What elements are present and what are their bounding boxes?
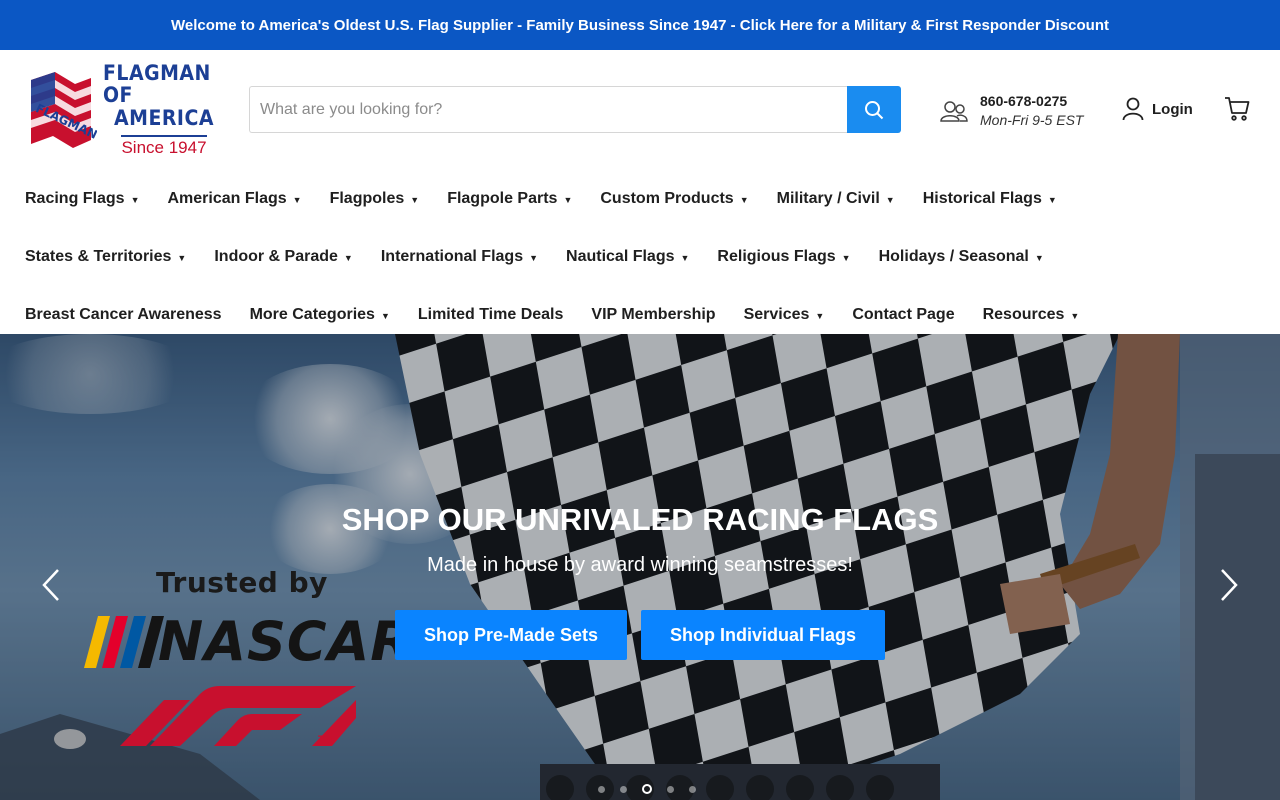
cart-icon xyxy=(1225,97,1250,121)
announcement-text[interactable]: Welcome to America's Oldest U.S. Flag Su… xyxy=(171,17,1109,34)
nav-item-international-flags[interactable]: International Flags ▼ xyxy=(381,248,538,266)
login-label: Login xyxy=(1152,100,1193,118)
search-bar xyxy=(249,86,901,133)
chevron-down-icon: ▼ xyxy=(410,195,420,205)
shop-premade-sets-button[interactable]: Shop Pre-Made Sets xyxy=(395,610,627,660)
chevron-down-icon: ▼ xyxy=(1034,253,1044,263)
chevron-down-icon: ▼ xyxy=(529,253,539,263)
hero-slider: Trusted by NASCAR TM SHOP OUR UNRIVALED … xyxy=(0,334,1280,800)
nav-item-resources[interactable]: Resources ▼ xyxy=(983,306,1080,324)
chevron-down-icon: ▼ xyxy=(380,311,390,321)
hero-subtitle: Made in house by award winning seamstres… xyxy=(427,554,853,576)
contact-info[interactable]: 860-678-0275 Mon-Fri 9-5 EST xyxy=(940,92,1083,130)
nav-item-vip-membership[interactable]: VIP Membership xyxy=(591,306,715,324)
nav-item-nautical-flags[interactable]: Nautical Flags ▼ xyxy=(566,248,689,266)
slider-next-button[interactable] xyxy=(1218,568,1240,607)
nav-item-custom-products[interactable]: Custom Products ▼ xyxy=(600,190,748,208)
chevron-down-icon: ▼ xyxy=(1070,311,1080,321)
nav-row-1: Racing Flags ▼ American Flags ▼ Flagpoles ▼… xyxy=(25,170,1280,228)
nav-item-holidays-seasonal[interactable]: Holidays / Seasonal ▼ xyxy=(879,248,1044,266)
slider-dot-active[interactable] xyxy=(641,784,652,794)
main-nav: Racing Flags ▼ American Flags ▼ Flagpoles ▼… xyxy=(0,170,1280,344)
nav-item-limited-time-deals[interactable]: Limited Time Deals xyxy=(418,306,564,324)
nav-item-services[interactable]: Services ▼ xyxy=(744,306,825,324)
chevron-down-icon: ▼ xyxy=(1047,195,1057,205)
chevron-right-icon xyxy=(1221,569,1238,601)
chevron-down-icon: ▼ xyxy=(343,253,353,263)
slider-prev-button[interactable] xyxy=(40,568,62,607)
flag-logo-icon: FLAGMAN xyxy=(25,70,99,150)
phone-number[interactable]: 860-678-0275 xyxy=(980,92,1083,111)
logo-name-line1: FLAGMAN OF xyxy=(103,61,211,108)
logo-name-line2: AMERICA xyxy=(114,105,214,130)
login-link[interactable]: Login xyxy=(1122,97,1193,121)
logo-since: Since 1947 xyxy=(121,134,207,158)
search-button[interactable] xyxy=(847,86,901,133)
nav-row-2: States & Territories ▼ Indoor & Parade ▼ I… xyxy=(25,228,1280,286)
hero-buttons: Shop Pre-Made Sets Shop Individual Flags xyxy=(0,610,1280,660)
cart-button[interactable] xyxy=(1224,96,1250,127)
nav-item-racing-flags[interactable]: Racing Flags ▼ xyxy=(25,190,140,208)
shop-individual-flags-button[interactable]: Shop Individual Flags xyxy=(641,610,885,660)
slider-dot[interactable] xyxy=(597,785,605,793)
search-input[interactable] xyxy=(249,86,847,133)
chevron-down-icon: ▼ xyxy=(815,311,825,321)
nav-item-more-categories[interactable]: More Categories ▼ xyxy=(250,306,390,324)
f1-trademark: TM xyxy=(318,734,334,746)
slider-dot[interactable] xyxy=(688,785,696,793)
nav-item-flagpole-parts[interactable]: Flagpole Parts ▼ xyxy=(447,190,572,208)
chevron-down-icon: ▼ xyxy=(841,253,851,263)
chevron-down-icon: ▼ xyxy=(177,253,187,263)
nav-item-flagpoles[interactable]: Flagpoles ▼ xyxy=(330,190,420,208)
nav-item-military-civil[interactable]: Military / Civil ▼ xyxy=(777,190,895,208)
site-header: FLAGMAN FLAGMAN OF AMERICA Since 1947 86… xyxy=(0,50,1280,170)
slider-dots xyxy=(590,784,703,794)
nav-item-american-flags[interactable]: American Flags ▼ xyxy=(168,190,302,208)
chevron-down-icon: ▼ xyxy=(885,195,895,205)
chevron-down-icon: ▼ xyxy=(292,195,302,205)
nav-item-states-territories[interactable]: States & Territories ▼ xyxy=(25,248,186,266)
chevron-left-icon xyxy=(42,569,59,601)
people-icon xyxy=(940,101,968,122)
nav-item-historical-flags[interactable]: Historical Flags ▼ xyxy=(923,190,1057,208)
slider-dot[interactable] xyxy=(666,785,674,793)
nav-item-breast-cancer-awareness[interactable]: Breast Cancer Awareness xyxy=(25,306,222,324)
chevron-down-icon: ▼ xyxy=(739,195,749,205)
chevron-down-icon: ▼ xyxy=(680,253,690,263)
nav-item-religious-flags[interactable]: Religious Flags ▼ xyxy=(717,248,850,266)
search-icon xyxy=(865,100,884,119)
nav-item-contact-page[interactable]: Contact Page xyxy=(852,306,954,324)
user-icon xyxy=(1122,97,1144,121)
hero-title: SHOP OUR UNRIVALED RACING FLAGS xyxy=(341,502,939,537)
site-logo[interactable]: FLAGMAN FLAGMAN OF AMERICA Since 1947 xyxy=(25,62,225,157)
nav-item-indoor-parade[interactable]: Indoor & Parade ▼ xyxy=(214,248,353,266)
chevron-down-icon: ▼ xyxy=(130,195,140,205)
chevron-down-icon: ▼ xyxy=(563,195,573,205)
announcement-bar[interactable]: Welcome to America's Oldest U.S. Flag Su… xyxy=(0,0,1280,50)
slider-dot[interactable] xyxy=(619,785,627,793)
business-hours: Mon-Fri 9-5 EST xyxy=(980,112,1084,128)
